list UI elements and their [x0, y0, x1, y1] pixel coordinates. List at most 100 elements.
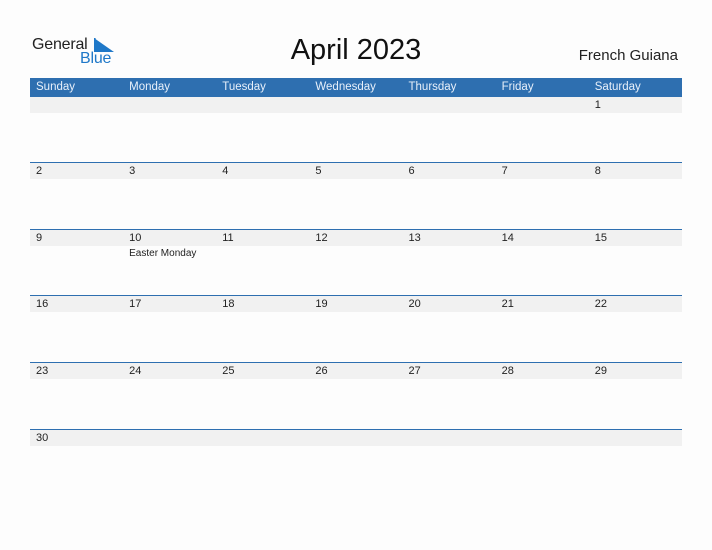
day-number: 17 [123, 296, 217, 312]
day-cell[interactable] [216, 430, 310, 446]
day-cell[interactable]: 12 [309, 230, 403, 259]
day-number [588, 430, 682, 446]
weekday-tuesday: Tuesday [222, 81, 266, 93]
day-number: 4 [216, 163, 310, 179]
day-number: 3 [123, 163, 217, 179]
day-cell[interactable] [309, 97, 403, 113]
day-number: 22 [588, 296, 682, 312]
day-cell[interactable]: 17 [123, 296, 217, 312]
holiday-label: Easter Monday [129, 248, 197, 259]
day-number: 25 [216, 363, 310, 379]
day-cell[interactable]: 3 [123, 163, 217, 179]
day-cell[interactable]: 20 [402, 296, 496, 312]
day-number: 19 [309, 296, 403, 312]
day-cell[interactable]: 16 [30, 296, 124, 312]
week-row: 2345678 [30, 162, 682, 179]
day-number: 10 [123, 230, 217, 246]
day-number [123, 430, 217, 446]
week-row: 9 10 Easter Monday 11 12 13 14 15 [30, 229, 682, 259]
day-cell[interactable]: 10 Easter Monday [123, 230, 217, 259]
day-cell[interactable] [402, 97, 496, 113]
day-number: 18 [216, 296, 310, 312]
day-number: 12 [309, 230, 403, 246]
day-number: 27 [402, 363, 496, 379]
day-cell[interactable] [309, 430, 403, 446]
day-number: 29 [588, 363, 682, 379]
weekday-wednesday: Wednesday [315, 81, 376, 93]
day-cell[interactable]: 6 [402, 163, 496, 179]
day-cell[interactable]: 15 [588, 230, 682, 259]
day-number [495, 430, 589, 446]
day-cell[interactable] [495, 97, 589, 113]
day-cell[interactable]: 9 [30, 230, 124, 259]
day-number: 13 [402, 230, 496, 246]
day-cell[interactable]: 1 [588, 97, 682, 113]
day-number [30, 97, 124, 113]
day-cell[interactable]: 7 [495, 163, 589, 179]
day-cell[interactable]: 22 [588, 296, 682, 312]
day-number: 8 [588, 163, 682, 179]
day-number: 23 [30, 363, 124, 379]
week-row: 16 17 18 19 20 21 22 [30, 295, 682, 312]
day-cell[interactable] [30, 97, 124, 113]
week-row: 1 [30, 97, 682, 113]
day-number [216, 97, 310, 113]
day-cell[interactable] [495, 430, 589, 446]
day-number: 11 [216, 230, 310, 246]
day-number: 14 [495, 230, 589, 246]
day-number: 6 [402, 163, 496, 179]
week-row: 23 24 25 26 27 28 29 [30, 362, 682, 379]
day-cell[interactable]: 26 [309, 363, 403, 379]
day-cell[interactable]: 23 [30, 363, 124, 379]
country-name: French Guiana [578, 47, 678, 64]
day-cell[interactable]: 30 [30, 430, 124, 446]
week-row: 30 [30, 429, 682, 446]
day-cell[interactable]: 28 [495, 363, 589, 379]
day-number: 7 [495, 163, 589, 179]
day-cell[interactable]: 27 [402, 363, 496, 379]
weekday-monday: Monday [129, 81, 171, 93]
day-cell[interactable]: 29 [588, 363, 682, 379]
day-number [123, 97, 217, 113]
day-cell[interactable]: 2 [30, 163, 124, 179]
day-cell[interactable]: 13 [402, 230, 496, 259]
day-cell[interactable]: 4 [216, 163, 310, 179]
day-number: 20 [402, 296, 496, 312]
day-cell[interactable] [123, 97, 217, 113]
day-number: 9 [30, 230, 124, 246]
day-number: 15 [588, 230, 682, 246]
day-cell[interactable]: 24 [123, 363, 217, 379]
day-cell[interactable]: 25 [216, 363, 310, 379]
day-cell[interactable]: 18 [216, 296, 310, 312]
day-number: 24 [123, 363, 217, 379]
day-cell[interactable]: 8 [588, 163, 682, 179]
day-number: 2 [30, 163, 124, 179]
weekday-saturday: Saturday [594, 81, 641, 93]
day-cell[interactable] [402, 430, 496, 446]
day-cell[interactable]: 14 [495, 230, 589, 259]
day-number [402, 97, 496, 113]
day-number: 1 [588, 97, 682, 113]
day-number [402, 430, 496, 446]
day-number: 26 [309, 363, 403, 379]
day-number [309, 97, 403, 113]
day-cell[interactable]: 11 [216, 230, 310, 259]
day-cell[interactable]: 21 [495, 296, 589, 312]
calendar-page: General Blue April 2023 French Guiana Su… [0, 0, 712, 550]
day-cell[interactable] [123, 430, 217, 446]
weekday-header: Sunday Monday Tuesday Wednesday Thursday… [30, 78, 682, 97]
day-number [495, 97, 589, 113]
day-number: 16 [30, 296, 124, 312]
day-cell[interactable]: 5 [309, 163, 403, 179]
day-number: 5 [309, 163, 403, 179]
day-number: 21 [495, 296, 589, 312]
day-cell[interactable] [216, 97, 310, 113]
weekday-sunday: Sunday [36, 81, 76, 93]
weekday-friday: Friday [501, 81, 534, 93]
weekday-thursday: Thursday [408, 81, 457, 93]
day-cell[interactable]: 19 [309, 296, 403, 312]
day-number [309, 430, 403, 446]
day-number: 30 [30, 430, 124, 446]
day-number: 28 [495, 363, 589, 379]
day-cell[interactable] [588, 430, 682, 446]
